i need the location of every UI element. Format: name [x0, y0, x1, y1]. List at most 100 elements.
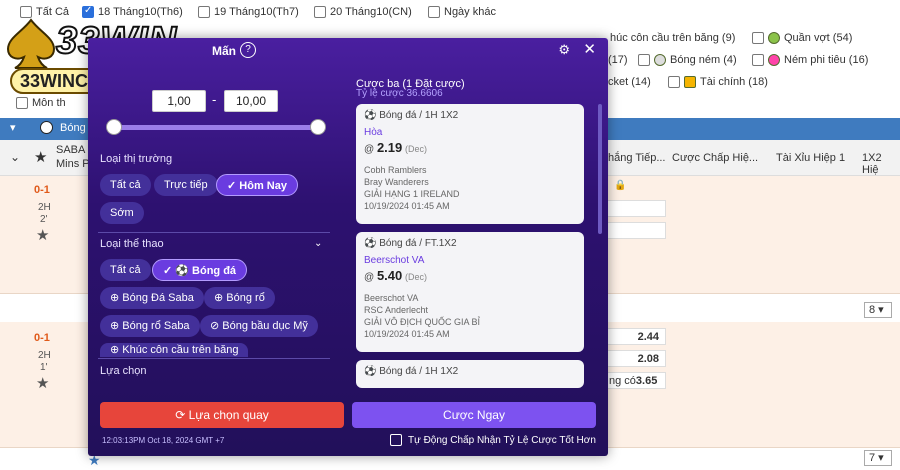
auto-accept-checkbox[interactable]: Tự Động Chấp Nhận Tỷ Lệ Cược Tốt Hơn	[390, 434, 596, 446]
market-chip-early[interactable]: Sớm	[100, 202, 144, 224]
sport-filter-cricket[interactable]: cket (14)	[608, 76, 651, 88]
market-chip-all[interactable]: Tất cả	[100, 174, 151, 196]
sport-chip-basketball[interactable]: ⊕ Bóng rổ	[204, 287, 275, 309]
slider-handle-min[interactable]	[106, 119, 122, 135]
market-chip-today[interactable]: ✓ Hôm Nay	[216, 174, 298, 196]
bet-selection: Beerschot VA	[364, 255, 425, 266]
bet-card[interactable]: ⚽ Bóng đá / FT.1X2 Beerschot VA @ 5.40 (…	[356, 232, 584, 352]
col-header: Tài Xỉu Hiệp 1	[776, 152, 846, 164]
match-minute: 2'	[40, 214, 48, 225]
match-time: 10/19/2024 01:45 AM	[364, 201, 450, 211]
sport-type-label: Loại thể thao	[100, 238, 164, 250]
settings-sliders-icon[interactable]: ⚙	[558, 42, 570, 58]
page-select[interactable]: 8 ▾	[864, 302, 892, 318]
help-icon[interactable]: ?	[240, 42, 256, 58]
sport-filter-17[interactable]: (17)	[608, 54, 628, 66]
match-score: 0-1	[34, 184, 50, 196]
place-bet-button[interactable]: Cược Ngay	[352, 402, 596, 428]
odds-cell[interactable]	[604, 200, 666, 217]
odds-range-slider[interactable]	[106, 119, 326, 135]
total-odds: Tỷ lệ cược 36.6606	[356, 88, 443, 99]
bet-card[interactable]: ⚽ Bóng đá / 1H 1X2	[356, 360, 584, 388]
checkbox[interactable]	[314, 6, 326, 18]
date-filter-19[interactable]: 19 Tháng10(Th7)	[198, 6, 299, 18]
match-time: 10/19/2024 01:45 AM	[364, 329, 450, 339]
match-score: 0-1	[34, 332, 50, 344]
checkbox[interactable]	[668, 76, 680, 88]
sport-filter-darts[interactable]: Ném phi tiêu (16)	[752, 54, 868, 66]
collapse-icon[interactable]: ▾	[10, 121, 16, 134]
sport-filter-ice-hockey[interactable]: húc côn cầu trên băng (9)	[610, 32, 735, 44]
home-team: Beerschot VA	[364, 293, 419, 303]
handball-icon	[654, 54, 666, 66]
league-name: GIẢI HẠNG 1 IRELAND	[364, 189, 460, 199]
sport-filter-finance[interactable]: Tài chính (18)	[668, 76, 768, 88]
slider-handle-max[interactable]	[310, 119, 326, 135]
checkbox[interactable]	[390, 434, 402, 446]
checkbox[interactable]	[428, 6, 440, 18]
date-filter-other[interactable]: Ngày khác	[428, 6, 496, 18]
date-filter-20[interactable]: 20 Tháng10(CN)	[314, 6, 412, 18]
col-header: hắng Tiếp...	[608, 152, 666, 164]
bet-odds: 2.19	[376, 140, 403, 155]
finance-icon	[684, 76, 696, 88]
chevron-down-icon[interactable]: ⌄	[314, 238, 322, 249]
match-period: 2H	[38, 350, 51, 361]
checkbox[interactable]	[752, 32, 764, 44]
refresh-icon: ⟳	[175, 408, 186, 422]
away-team: RSC Anderlecht	[364, 305, 429, 315]
odds-cell[interactable]: ng có3.65	[604, 372, 666, 389]
soccer-ball-icon: ⚽	[364, 238, 377, 249]
star-icon[interactable]: ★	[34, 148, 47, 166]
odds-min-input[interactable]: 1,00	[152, 90, 206, 112]
sport-filter-tennis[interactable]: Quần vợt (54)	[752, 32, 852, 44]
odds-cell[interactable]: 2.08	[604, 350, 666, 367]
range-dash: -	[212, 92, 217, 107]
bet-selection: Hòa	[364, 127, 383, 138]
spade-icon	[6, 18, 56, 69]
chevron-down-icon[interactable]: ⌄	[10, 150, 20, 164]
odds-max-input[interactable]: 10,00	[224, 90, 278, 112]
choice-label: Lựa chọn	[100, 365, 147, 377]
league-col-2: Mins P	[56, 158, 90, 170]
sport-chip-saba-football[interactable]: ⊕ Bóng Đá Saba	[100, 287, 204, 309]
soccer-ball-icon: ⚽	[364, 366, 377, 377]
tennis-ball-icon	[768, 32, 780, 44]
checkbox[interactable]	[752, 54, 764, 66]
scrollbar[interactable]	[598, 104, 602, 234]
modal-title: Mấn	[212, 44, 236, 58]
market-chip-live[interactable]: Trực tiếp	[154, 174, 218, 196]
home-team: Cobh Ramblers	[364, 165, 427, 175]
sport-chip-saba-basketball[interactable]: ⊕ Bóng rổ Saba	[100, 315, 200, 337]
market-type-label: Loại thị trường	[100, 153, 173, 165]
bet-card[interactable]: ⚽ Bóng đá / 1H 1X2 Hòa @ 2.19 (Dec) Cobh…	[356, 104, 584, 224]
away-team: Bray Wanderers	[364, 177, 429, 187]
soccer-ball-icon	[40, 121, 53, 134]
col-header: 1X2 Hiệ	[862, 152, 882, 176]
sport-chip-all[interactable]: Tất cả	[100, 259, 151, 281]
favorite-star-icon[interactable]: ★	[36, 226, 49, 244]
timestamp: 12:03:13PM Oct 18, 2024 GMT +7	[102, 436, 225, 445]
league-name: GIẢI VÔ ĐỊCH QUỐC GIA BỈ	[364, 317, 481, 327]
close-icon[interactable]: ✕	[583, 40, 596, 58]
divider	[98, 232, 330, 233]
sport-bar-label: Bóng	[60, 122, 86, 134]
checkbox[interactable]	[638, 54, 650, 66]
sport-chip-american-football[interactable]: ⊘ Bóng bầu dục Mỹ	[200, 315, 318, 337]
sport-chip-football[interactable]: ✓ ⚽ Bóng đá	[152, 259, 248, 281]
odds-cell[interactable]: 2.44	[604, 328, 666, 345]
odds-cell[interactable]	[604, 178, 666, 195]
page-select[interactable]: 7 ▾	[864, 450, 892, 466]
bet-odds: 5.40	[376, 268, 403, 283]
match-period: 2H	[38, 202, 51, 213]
sport-chip-ice-hockey[interactable]: ⊕ Khúc côn cầu trên băng	[100, 343, 249, 357]
sport-filter-handball[interactable]: Bóng ném (4)	[638, 54, 737, 66]
divider	[98, 358, 330, 359]
replay-selection-button[interactable]: ⟳ Lựa chọn quay	[100, 402, 344, 428]
soccer-ball-icon: ⚽	[364, 110, 377, 121]
favorite-star-icon[interactable]: ★	[36, 374, 49, 392]
col-header: Cược Chấp Hiệ...	[672, 152, 759, 164]
match-minute: 1'	[40, 362, 48, 373]
league-col: SABA	[56, 144, 86, 156]
odds-cell[interactable]	[604, 222, 666, 239]
